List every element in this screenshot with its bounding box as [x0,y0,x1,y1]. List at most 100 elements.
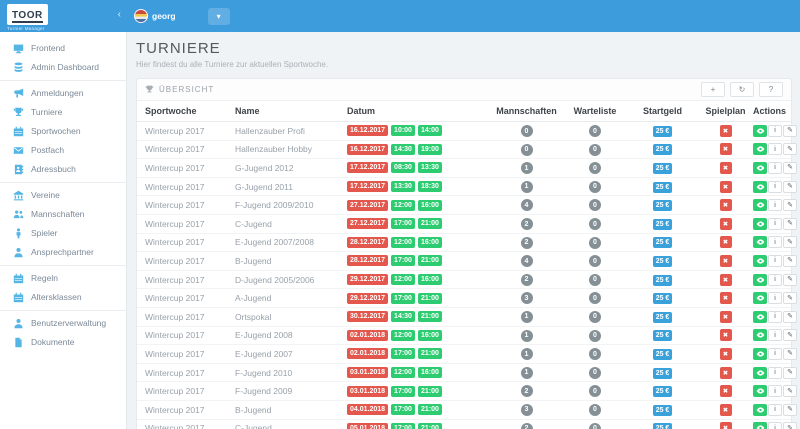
sidebar-item[interactable]: Frontend [0,39,126,58]
view-button[interactable] [753,403,767,416]
info-button[interactable]: i [768,403,782,416]
sidebar-collapse-icon[interactable]: ‹ [118,10,121,20]
view-button[interactable] [753,124,767,137]
sidebar-item[interactable]: Adressbuch [0,160,126,179]
spielplan-delete-badge[interactable]: ✖ [719,403,732,416]
spielplan-delete-badge[interactable]: ✖ [719,161,732,174]
spielplan-delete-badge[interactable]: ✖ [719,180,732,193]
cell-warteliste: 0 [563,403,627,416]
sidebar-item[interactable]: Altersklassen [0,288,126,307]
info-button[interactable]: i [768,217,782,230]
info-button[interactable]: i [768,329,782,342]
spielplan-delete-badge[interactable]: ✖ [719,217,732,230]
sidebar-item[interactable]: Ansprechpartner [0,243,126,262]
edit-button[interactable]: ✎ [783,385,797,398]
add-button[interactable]: + [701,82,725,97]
cell-warteliste: 0 [563,143,627,156]
view-button[interactable] [753,329,767,342]
sidebar-item[interactable]: Sportwochen [0,122,126,141]
refresh-button[interactable]: ↻ [730,82,754,97]
edit-button[interactable]: ✎ [783,199,797,212]
view-button[interactable] [753,273,767,286]
sidebar-item[interactable]: Regeln [0,269,126,288]
info-button[interactable]: i [768,347,782,360]
edit-button[interactable]: ✎ [783,366,797,379]
spielplan-delete-badge[interactable]: ✖ [719,310,732,323]
info-button[interactable]: i [768,292,782,305]
view-button[interactable] [753,180,767,193]
info-button[interactable]: i [768,180,782,193]
sidebar-item[interactable]: Spieler [0,224,126,243]
view-button[interactable] [753,199,767,212]
info-button[interactable]: i [768,143,782,156]
spielplan-delete-badge[interactable]: ✖ [719,366,732,379]
info-button[interactable]: i [768,236,782,249]
edit-button[interactable]: ✎ [783,329,797,342]
edit-button[interactable]: ✎ [783,161,797,174]
logo[interactable]: TOOR [7,4,48,25]
view-button[interactable] [753,366,767,379]
edit-button[interactable]: ✎ [783,347,797,360]
sidebar-item[interactable]: Dokumente [0,333,126,352]
info-button[interactable]: i [768,422,782,429]
spielplan-delete-badge[interactable]: ✖ [719,199,732,212]
edit-button[interactable]: ✎ [783,124,797,137]
edit-button[interactable]: ✎ [783,217,797,230]
edit-button[interactable]: ✎ [783,180,797,193]
view-button[interactable] [753,143,767,156]
sidebar-item[interactable]: Postfach [0,141,126,160]
edit-button[interactable]: ✎ [783,254,797,267]
cell-sportwoche: Wintercup 2017 [145,386,205,397]
edit-button[interactable]: ✎ [783,236,797,249]
spielplan-delete-badge[interactable]: ✖ [719,143,732,156]
help-button[interactable]: ? [759,82,783,97]
spielplan-delete-badge[interactable]: ✖ [719,292,732,305]
info-button[interactable]: i [768,385,782,398]
edit-icon: ✎ [787,387,793,395]
spielplan-delete-badge[interactable]: ✖ [719,254,732,267]
edit-button[interactable]: ✎ [783,143,797,156]
view-button[interactable] [753,217,767,230]
spielplan-delete-badge[interactable]: ✖ [719,273,732,286]
edit-button[interactable]: ✎ [783,273,797,286]
sidebar-item[interactable]: Benutzerverwaltung [0,314,126,333]
info-button[interactable]: i [768,273,782,286]
view-button[interactable] [753,254,767,267]
mannschaften-count-badge: 1 [520,162,533,175]
view-button[interactable] [753,236,767,249]
spielplan-delete-badge[interactable]: ✖ [719,422,732,429]
cell-sportwoche: Wintercup 2017 [145,274,205,285]
info-button[interactable]: i [768,254,782,267]
view-button[interactable] [753,161,767,174]
spielplan-delete-badge[interactable]: ✖ [719,124,732,137]
spielplan-delete-badge[interactable]: ✖ [719,329,732,342]
info-button[interactable]: i [768,161,782,174]
sidebar-item[interactable]: Vereine [0,186,126,205]
view-button[interactable] [753,310,767,323]
spielplan-delete-badge[interactable]: ✖ [719,347,732,360]
info-button[interactable]: i [768,310,782,323]
view-button[interactable] [753,385,767,398]
end-time-badge: 21:00 [417,348,442,360]
edit-button[interactable]: ✎ [783,292,797,305]
view-button[interactable] [753,347,767,360]
user-dropdown-button[interactable]: ▾ [207,7,230,25]
edit-button[interactable]: ✎ [783,310,797,323]
info-button[interactable]: i [768,199,782,212]
info-button[interactable]: i [768,124,782,137]
eye-icon [756,128,765,134]
spielplan-delete-badge[interactable]: ✖ [719,385,732,398]
info-icon: i [774,350,776,358]
info-icon: i [774,220,776,228]
edit-button[interactable]: ✎ [783,422,797,429]
edit-button[interactable]: ✎ [783,403,797,416]
view-button[interactable] [753,292,767,305]
spielplan-delete-badge[interactable]: ✖ [719,236,732,249]
user-menu[interactable]: georg [134,9,176,23]
info-button[interactable]: i [768,366,782,379]
sidebar-item[interactable]: Mannschaften [0,205,126,224]
view-button[interactable] [753,422,767,429]
sidebar-item[interactable]: Admin Dashboard [0,58,126,77]
sidebar-item[interactable]: Turniere [0,103,126,122]
sidebar-item[interactable]: Anmeldungen [0,84,126,103]
